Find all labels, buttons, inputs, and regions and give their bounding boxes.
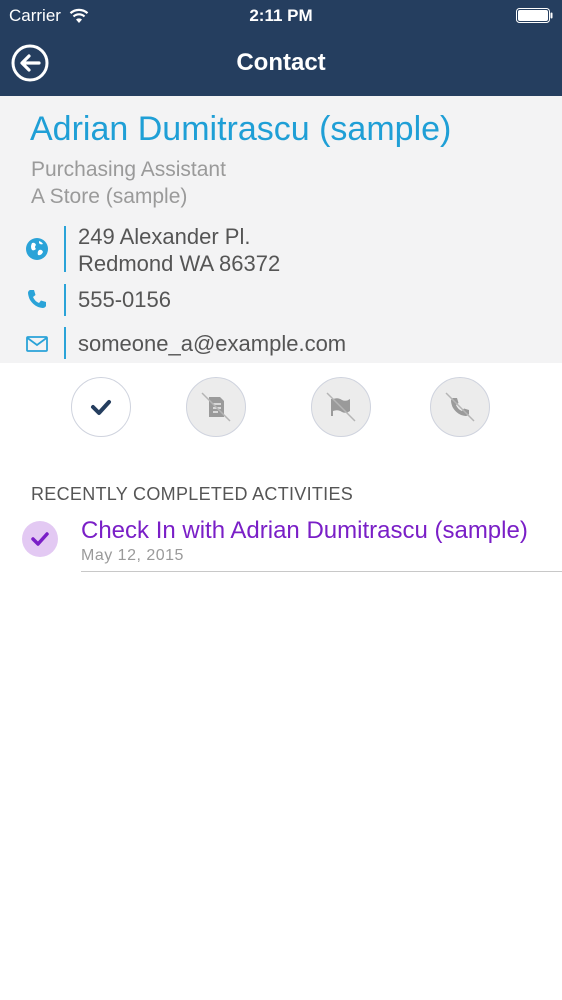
activity-status: [22, 521, 58, 557]
check-in-button[interactable]: [71, 377, 131, 437]
header: Carrier 2:11 PM Contact: [0, 0, 562, 96]
activity-date: May 12, 2015: [81, 547, 184, 564]
phone-number: 555-0156: [78, 287, 171, 312]
phone-row[interactable]: 555-0156: [0, 284, 562, 316]
flag-disabled-icon: [326, 392, 356, 422]
phone-divider: [64, 284, 66, 316]
page-title: Contact: [236, 49, 326, 76]
email-row[interactable]: someone_a@example.com: [0, 327, 562, 359]
recent-activities-heading: RECENTLY COMPLETED ACTIVITIES: [31, 484, 354, 504]
action-bar: [0, 363, 562, 453]
flag-button[interactable]: [311, 377, 371, 437]
contact-card: Adrian Dumitrascu (sample) Purchasing As…: [0, 96, 562, 363]
email-divider: [64, 327, 66, 359]
contact-company: A Store (sample): [31, 185, 188, 208]
clock: 2:11 PM: [249, 6, 313, 25]
note-disabled-icon: [201, 392, 231, 422]
activity-title: Check In with Adrian Dumitrascu (sample): [81, 517, 528, 544]
battery-icon: [516, 8, 553, 23]
nav-bar: Contact: [0, 32, 562, 96]
status-bar: Carrier 2:11 PM: [0, 0, 562, 32]
mail-icon: [26, 336, 48, 352]
address-divider: [64, 226, 66, 272]
contact-job-title: Purchasing Assistant: [31, 158, 226, 181]
email-address: someone_a@example.com: [78, 331, 347, 356]
phone-disabled-icon: [445, 392, 475, 422]
divider: [81, 571, 562, 572]
list-item[interactable]: Check In with Adrian Dumitrascu (sample)…: [0, 512, 562, 572]
phone-icon: [28, 290, 46, 308]
address-line1: 249 Alexander Pl.: [78, 224, 251, 249]
checkmark-icon: [31, 532, 49, 546]
address-line2: Redmond WA 86372: [78, 251, 281, 276]
contact-name: Adrian Dumitrascu (sample): [30, 110, 452, 148]
call-button[interactable]: [430, 377, 490, 437]
address-row[interactable]: 249 Alexander Pl. Redmond WA 86372: [0, 224, 562, 276]
note-button[interactable]: [186, 377, 246, 437]
checkmark-icon: [91, 400, 111, 415]
globe-icon: [26, 238, 48, 260]
